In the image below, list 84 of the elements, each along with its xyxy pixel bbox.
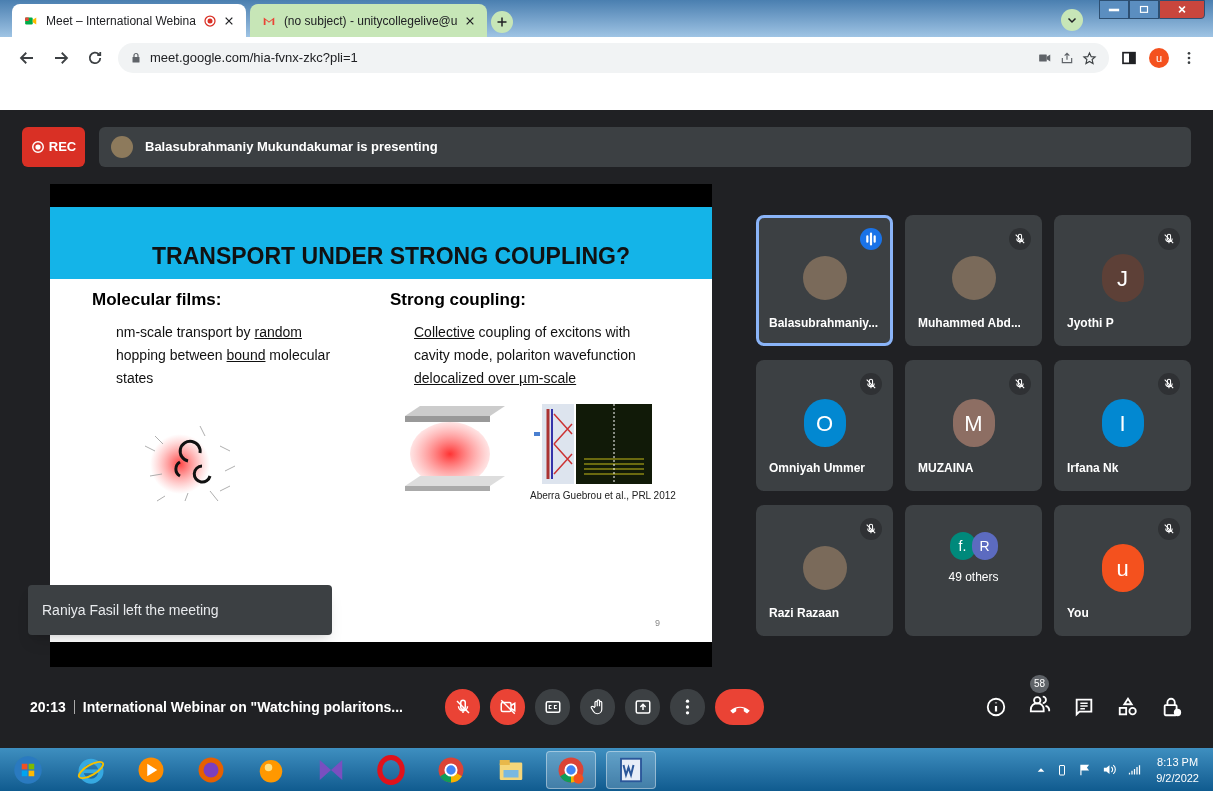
- plus-icon: [496, 16, 509, 28]
- more-options-button[interactable]: [670, 689, 705, 725]
- participant-name: MUZAINA: [918, 460, 974, 477]
- share-icon[interactable]: [1060, 51, 1074, 65]
- recording-badge: REC: [22, 127, 85, 167]
- avatar-photo: [111, 136, 133, 158]
- avatar-photo: [802, 256, 847, 300]
- speaker-icon[interactable]: [1102, 762, 1118, 777]
- avatar-photo: [802, 546, 847, 590]
- close-button[interactable]: [1159, 0, 1205, 19]
- back-icon[interactable]: [18, 49, 36, 67]
- microphone-button[interactable]: [445, 689, 480, 725]
- participant-name: Muhammed Abd...: [918, 315, 1021, 332]
- participant-count-badge: 58: [1030, 674, 1049, 693]
- participant-name: Balasubrahmaniy...: [769, 315, 879, 332]
- participant-tile[interactable]: u You: [1054, 505, 1191, 636]
- slide-title: TRANSPORT UNDER STRONG COUPLING?: [152, 241, 630, 271]
- lock-icon: [130, 52, 142, 64]
- avatar: O: [803, 399, 846, 447]
- document-app-icon[interactable]: [606, 750, 656, 789]
- avatar: M: [952, 399, 995, 447]
- clock-date: 9/2/2022: [1156, 770, 1199, 786]
- minimize-button[interactable]: [1099, 0, 1129, 19]
- participant-tile[interactable]: M MUZAINA: [905, 360, 1042, 491]
- tab-search-button[interactable]: [1061, 9, 1083, 31]
- browser-tab[interactable]: Meet – International Webina: [12, 4, 246, 37]
- meeting-title: International Webinar on "Watching polaritons...: [82, 697, 403, 717]
- participant-tile[interactable]: Balasubrahmaniy...: [756, 215, 893, 346]
- muted-mic-icon: [453, 698, 472, 716]
- raise-hand-button[interactable]: [580, 689, 615, 725]
- slide-heading: Strong coupling:: [390, 289, 527, 311]
- avatar: I: [1101, 399, 1144, 447]
- info-icon[interactable]: [985, 696, 1007, 718]
- signal-icon[interactable]: [1127, 762, 1143, 777]
- captions-button[interactable]: [535, 689, 570, 725]
- camera-off-icon: [498, 698, 517, 716]
- clock-time: 8:13 PM: [1157, 754, 1199, 770]
- present-button[interactable]: [625, 689, 660, 725]
- participant-name: Razi Razaan: [769, 605, 840, 622]
- address-bar[interactable]: meet.google.com/hia-fvnx-zkc?pli=1: [118, 43, 1109, 73]
- participant-tile[interactable]: Razi Razaan: [756, 505, 893, 636]
- participant-tile[interactable]: Muhammed Abd...: [905, 215, 1042, 346]
- leave-call-button[interactable]: [715, 689, 764, 725]
- avatar: J: [1101, 254, 1144, 302]
- avatar: u: [1101, 544, 1144, 592]
- maximize-button[interactable]: [1129, 0, 1159, 19]
- participant-tile[interactable]: J Jyothi P: [1054, 215, 1191, 346]
- close-icon[interactable]: [223, 15, 234, 26]
- shapes-icon[interactable]: [1117, 696, 1139, 718]
- participant-tile[interactable]: I Irfana Nk: [1054, 360, 1191, 491]
- present-icon: [633, 698, 652, 716]
- participant-name: Irfana Nk: [1067, 460, 1119, 477]
- citation-text: Aberra Guebrou et al., PRL 2012: [530, 488, 676, 503]
- more-options-icon: [685, 698, 690, 716]
- browser-tab[interactable]: (no subject) - unitycollegelive@u: [249, 4, 488, 37]
- avatar: f.: [949, 532, 976, 560]
- forward-icon[interactable]: [52, 49, 70, 67]
- notification-toast: Raniya Fasil left the meeting: [28, 585, 332, 635]
- avatar: R: [971, 532, 998, 560]
- side-panel-icon[interactable]: [1121, 50, 1137, 66]
- participant-name: Omniyah Ummer: [769, 460, 866, 477]
- slide-heading: Molecular films:: [92, 289, 223, 311]
- lock-icon[interactable]: [1161, 696, 1183, 718]
- meeting-time: 20:13: [30, 697, 66, 717]
- participant-name: You: [1067, 605, 1089, 622]
- chat-icon[interactable]: [1073, 696, 1095, 718]
- captions-icon: [543, 698, 562, 716]
- close-icon[interactable]: [465, 15, 476, 26]
- recording-icon: [30, 140, 45, 154]
- participant-name: Jyothi P: [1067, 315, 1114, 332]
- star-icon[interactable]: [1082, 50, 1097, 66]
- chrome-app-icon[interactable]: [546, 750, 596, 789]
- camera-button[interactable]: [490, 689, 525, 725]
- avatar-photo: [951, 256, 996, 300]
- reload-icon[interactable]: [86, 49, 104, 67]
- page-number: 9: [655, 616, 660, 630]
- slide-text: nm-scale transport by random hopping between bound molecular states: [115, 322, 332, 388]
- participant-name: 49 others: [948, 569, 999, 586]
- slide-text: Collective coupling of excitons with cavity mode, polariton wavefunction delocalized over µm-scale: [413, 322, 637, 388]
- participant-tile[interactable]: f. R 49 others: [905, 505, 1042, 636]
- minimize-icon: [1108, 7, 1120, 12]
- presenter-text: Balasubrahmaniy Mukundakumar is presenting: [145, 138, 438, 157]
- new-tab-button[interactable]: [491, 11, 514, 33]
- participant-tile[interactable]: O Omniyah Ummer: [756, 360, 893, 491]
